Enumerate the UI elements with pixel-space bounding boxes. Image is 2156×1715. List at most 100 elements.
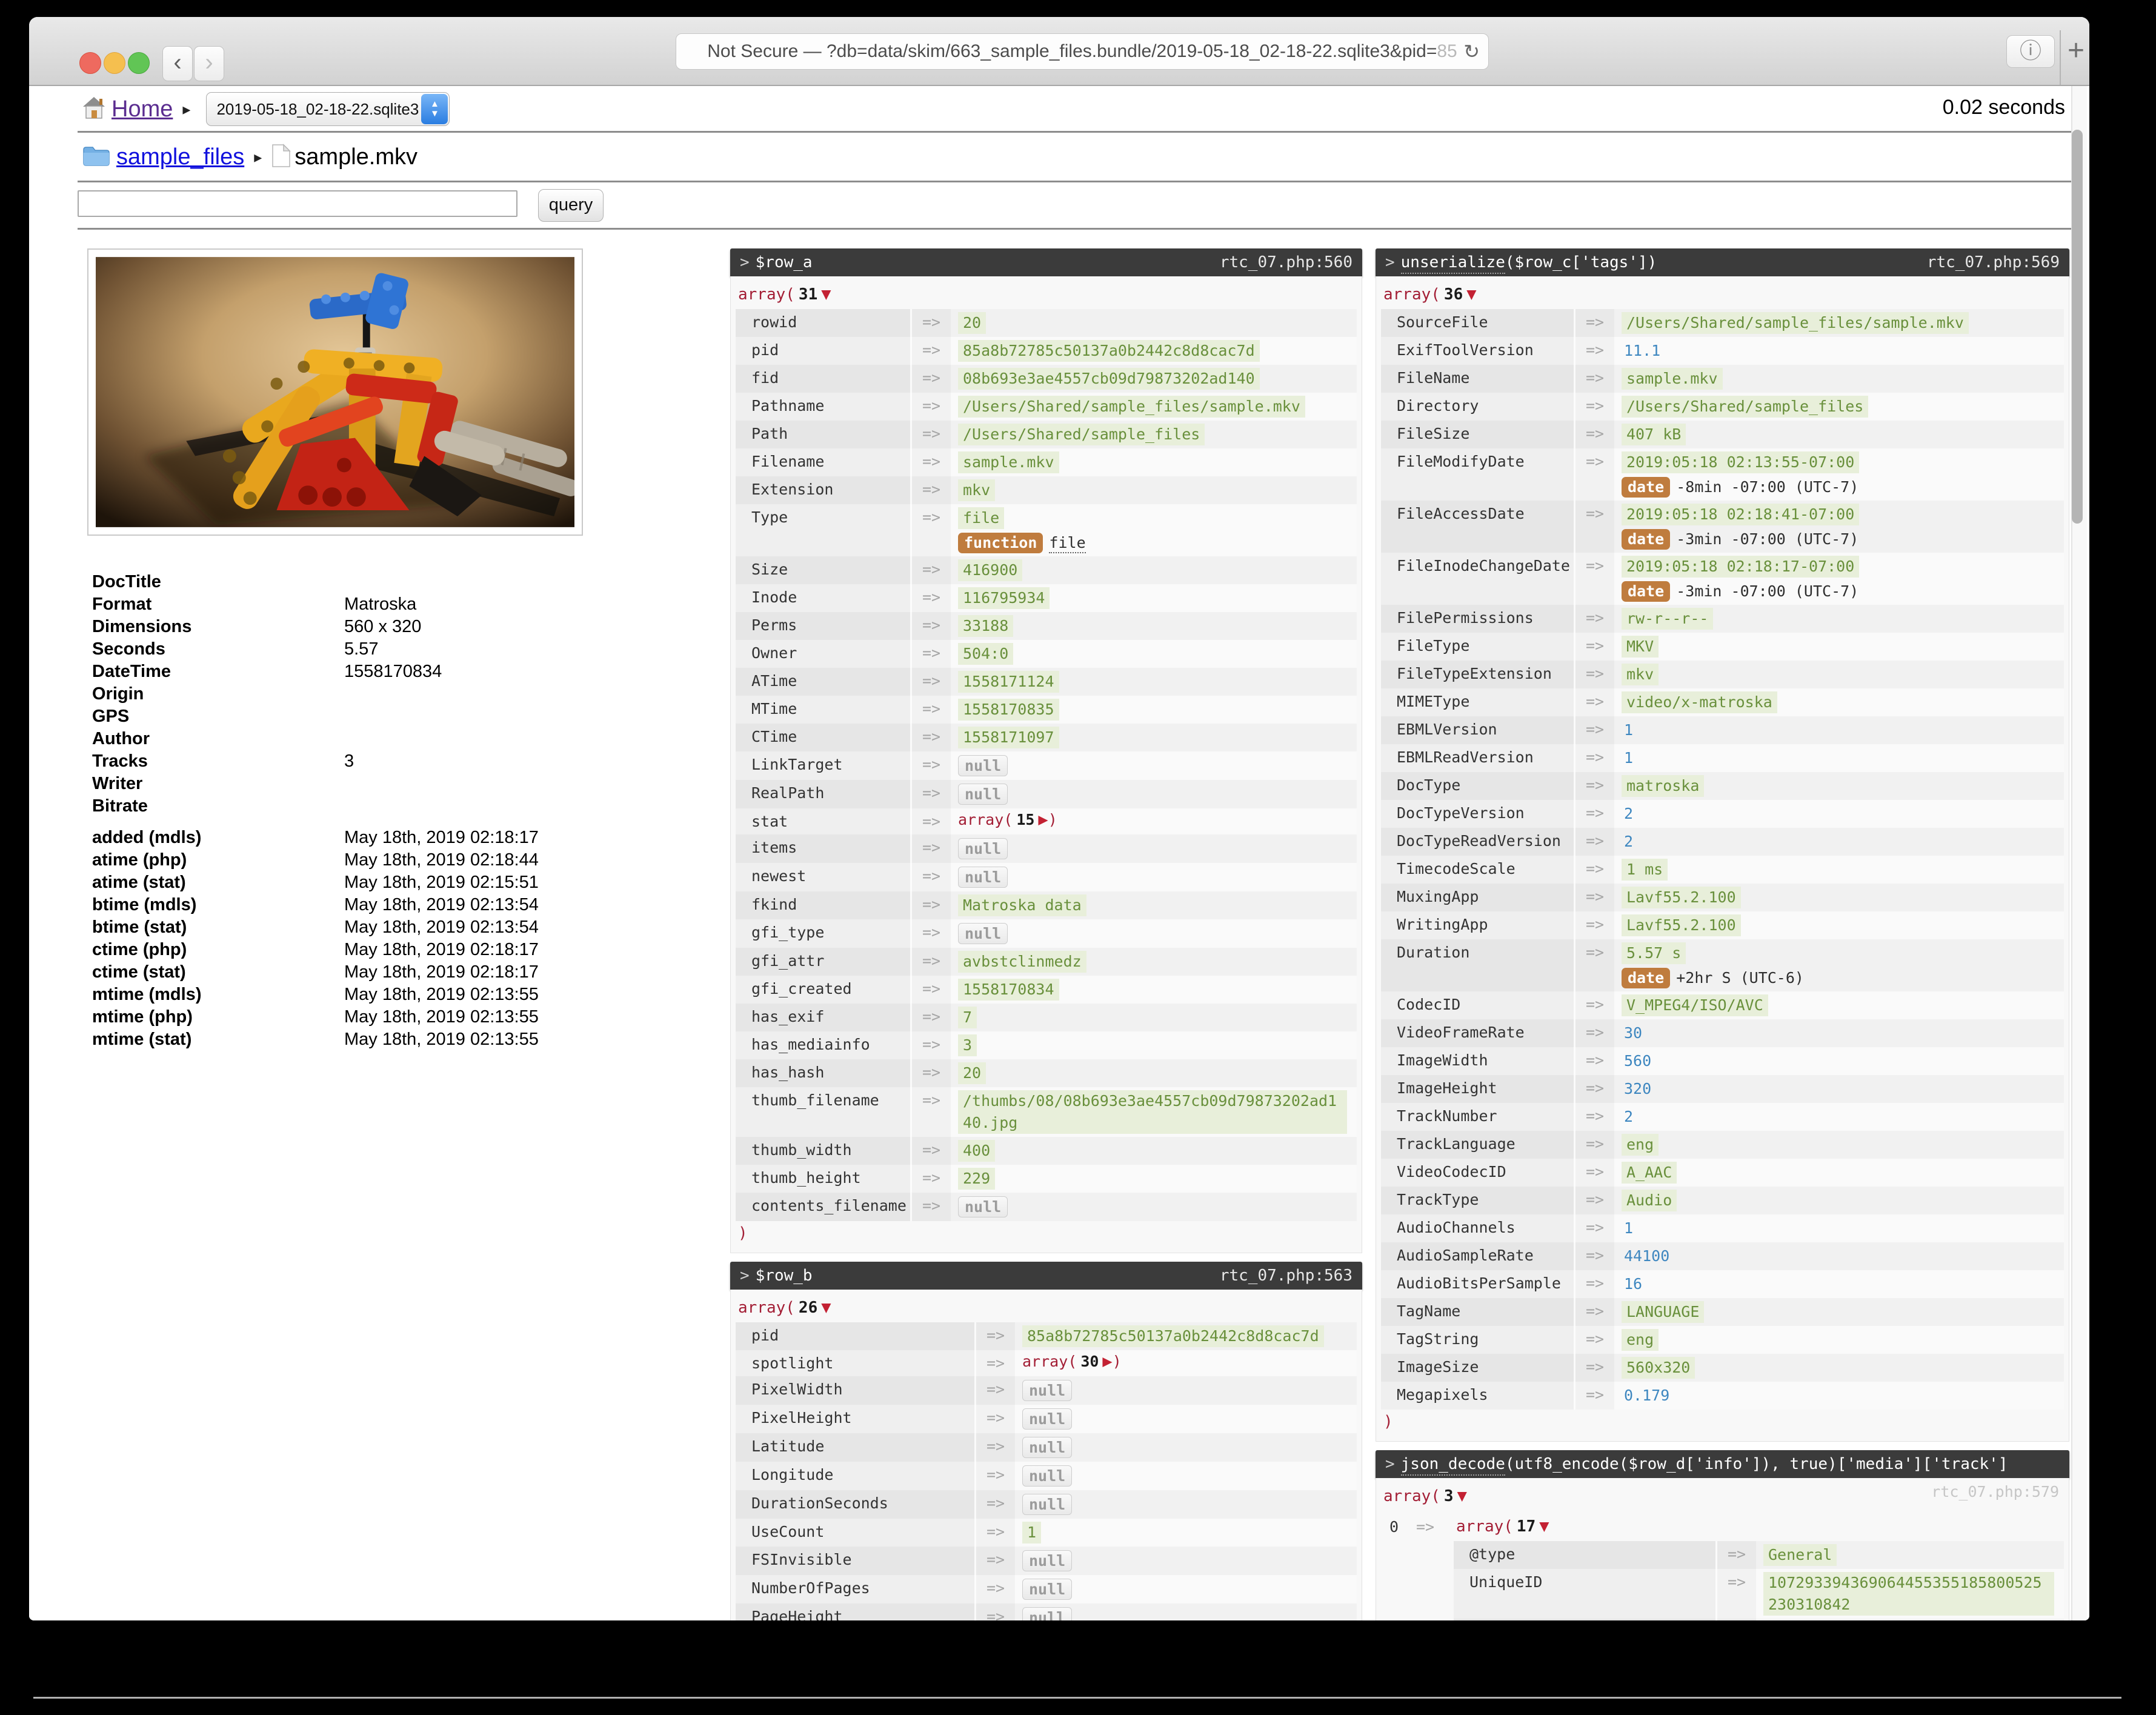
field-key: UniqueID [1454, 1569, 1717, 1619]
file-breadcrumb: sample_files ▸ sample.mkv [82, 138, 418, 176]
arrow-label: => [912, 640, 951, 668]
field-key: RealPath [736, 780, 912, 808]
field-key: has_mediainfo [736, 1031, 912, 1059]
triangle-down-icon[interactable]: ▼ [1457, 1487, 1467, 1505]
right-column: >unserialize($row_c['tags'])rtc_07.php:5… [1376, 248, 2069, 1620]
forward-button[interactable]: › [194, 46, 224, 81]
field-value: null [1015, 1603, 1357, 1620]
scrollbar-thumb[interactable] [2072, 130, 2083, 524]
meta-label: ctime (stat) [85, 962, 344, 982]
arrow-label: => [1575, 605, 1614, 633]
info-button[interactable]: ⓘ [2006, 35, 2055, 68]
back-button[interactable]: ‹ [162, 46, 193, 81]
select-stepper-icon: ▲▼ [421, 94, 448, 124]
function-link[interactable]: file [1049, 534, 1085, 553]
number-value: 2 [1622, 1106, 1635, 1128]
panel-body: array(31▼rowid=>20pid=>85a8b72785c50137a… [730, 276, 1362, 1253]
field-row: FileTypeExtension=>mkv [1381, 661, 2064, 688]
scrollbar-track[interactable] [2071, 86, 2087, 1620]
arrow-label: => [1575, 365, 1614, 393]
field-key: Path [736, 421, 912, 448]
query-input[interactable] [78, 190, 517, 217]
source-location: rtc_07.php:579 [1931, 1483, 2059, 1500]
string-value: /thumbs/08/08b693e3ae4557cb09d79873202ad… [958, 1090, 1347, 1134]
triangle-down-icon[interactable]: ▼ [1539, 1517, 1549, 1536]
field-key: pid [736, 337, 912, 365]
field-key: Inode [736, 584, 912, 612]
new-tab-button[interactable]: + [2063, 33, 2089, 69]
field-value: MKV [1614, 633, 2064, 661]
panel-header[interactable]: >json_decode(utf8_encode($row_d['info'])… [1376, 1450, 2069, 1478]
string-value: Audio [1622, 1190, 1677, 1211]
field-value: 416900 [951, 556, 1357, 584]
field-key: EBMLVersion [1381, 716, 1575, 744]
null-badge: null [1022, 1607, 1072, 1620]
panel-title-text: (utf8_encode($row_d['info']), true)['med… [1505, 1455, 2008, 1473]
field-key: VideoCodecID [1381, 1159, 1575, 1187]
field-value: null [951, 1193, 1357, 1221]
field-row: UniqueID=>107293394369064455355185800525… [1454, 1569, 2064, 1619]
field-value: /thumbs/08/08b693e3ae4557cb09d79873202ad… [951, 1087, 1357, 1137]
prompt-icon: > [740, 1267, 750, 1285]
field-row: TagName=>LANGUAGE [1381, 1298, 2064, 1326]
field-value: Lavf55.2.100 [1614, 911, 2064, 939]
meta-value: 3 [344, 751, 354, 771]
array-expander[interactable]: array(30▶) [1022, 1353, 1122, 1370]
field-key: FileName [1381, 365, 1575, 393]
panel-header[interactable]: >unserialize($row_c['tags'])rtc_07.php:5… [1376, 248, 2069, 276]
arrow-label: => [912, 751, 951, 780]
folder-link[interactable]: sample_files [116, 144, 244, 170]
field-value: 3 [951, 1031, 1357, 1059]
database-select[interactable]: 2019-05-18_02-18-22.sqlite3 ▲▼ [206, 92, 450, 126]
query-button[interactable]: query [538, 189, 604, 222]
arrow-label: => [1575, 393, 1614, 421]
panel-title: >json_decode(utf8_encode($row_d['info'])… [1385, 1455, 2008, 1473]
field-value: 1558171124 [951, 668, 1357, 696]
home-link[interactable]: Home [111, 96, 173, 122]
panel-title-function[interactable]: json_decode [1401, 1455, 1505, 1476]
field-row: NumberOfPages=>null [736, 1575, 1357, 1603]
address-bar[interactable]: Not Secure — ?db=data/skim/663_sample_fi… [676, 33, 1489, 70]
close-button[interactable] [79, 52, 101, 74]
field-row: Type=>filefunctionfile [736, 504, 1357, 556]
field-key: Latitude [736, 1433, 976, 1462]
field-value: 1558170835 [951, 696, 1357, 724]
field-value: 2 [1614, 1103, 2064, 1131]
array-open-line: array(36▼ [1381, 280, 2064, 309]
middle-column: >$row_artc_07.php:560array(31▼rowid=>20p… [730, 248, 1362, 1620]
arrow-label: => [1575, 1214, 1614, 1242]
meta-row: ctime (php)May 18th, 2019 02:18:17 [85, 939, 594, 961]
arrow-label: => [976, 1376, 1015, 1405]
field-key: DurationSeconds [736, 1490, 976, 1519]
meta-row: Writer [85, 773, 594, 795]
panel-header[interactable]: >$row_brtc_07.php:563 [730, 1262, 1362, 1290]
panel-title-function[interactable]: unserialize [1401, 253, 1505, 274]
field-key: EBMLReadVersion [1381, 744, 1575, 772]
zoom-button[interactable] [128, 52, 150, 74]
string-value: V_MPEG4/ISO/AVC [1622, 994, 1768, 1016]
arrow-label: => [912, 891, 951, 919]
string-value: 85a8b72785c50137a0b2442c8d8cac7d [1022, 1325, 1324, 1347]
field-key: PageHeight [736, 1603, 976, 1620]
arrow-label: => [1416, 1512, 1454, 1620]
triangle-down-icon[interactable]: ▼ [1466, 285, 1476, 304]
reload-icon[interactable]: ↻ [1463, 34, 1480, 69]
field-row: ExifToolVersion=>11.1 [1381, 337, 2064, 365]
triangle-down-icon[interactable]: ▼ [821, 1298, 831, 1317]
panel-header[interactable]: >$row_artc_07.php:560 [730, 248, 1362, 276]
arrow-label: => [912, 365, 951, 393]
array-expander[interactable]: array(15▶) [958, 811, 1057, 828]
number-value: 1 [1622, 1217, 1635, 1239]
meta-row: atime (php)May 18th, 2019 02:18:44 [85, 849, 594, 871]
url-security-label: Not Secure — [707, 41, 827, 61]
triangle-down-icon[interactable]: ▼ [821, 285, 831, 304]
browser-window: ‹ › Not Secure — ?db=data/skim/663_sampl… [29, 17, 2089, 1620]
divider [78, 131, 2087, 133]
field-key: Directory [1381, 393, 1575, 421]
minimize-button[interactable] [104, 52, 125, 74]
arrow-label: => [1575, 661, 1614, 688]
field-row: Extension=>mkv [736, 476, 1357, 504]
arrow-label: => [1575, 448, 1614, 501]
meta-row: Seconds5.57 [85, 638, 594, 661]
string-value: Lavf55.2.100 [1622, 887, 1741, 908]
